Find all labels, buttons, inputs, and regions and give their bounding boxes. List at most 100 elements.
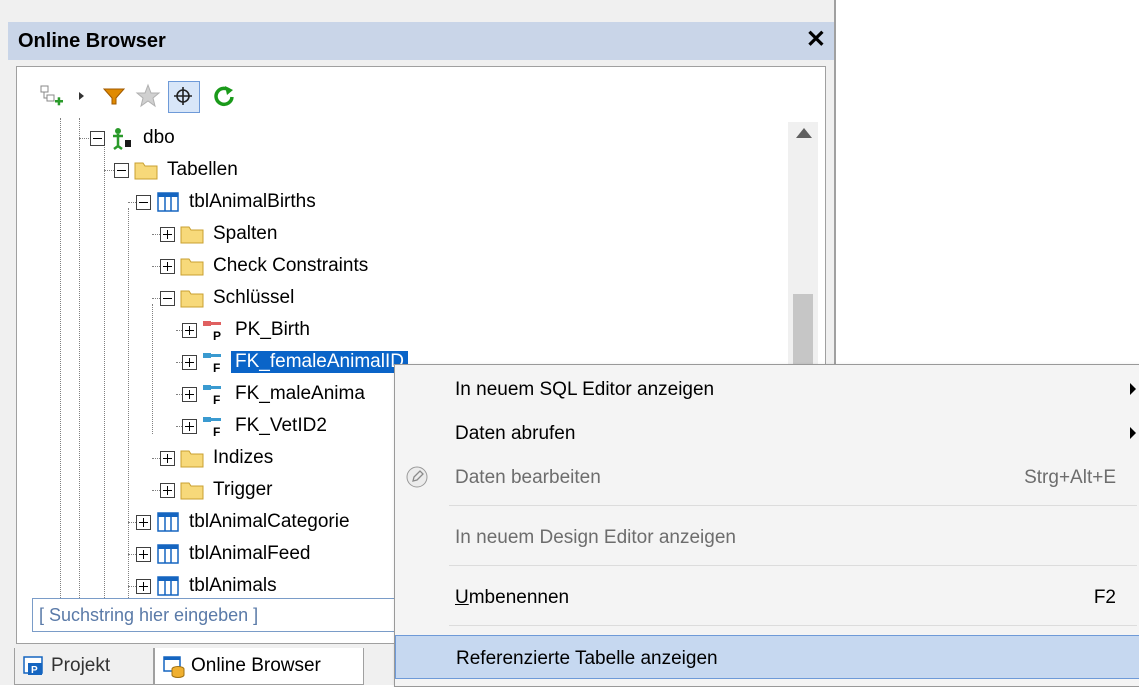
table-icon: [155, 510, 181, 534]
edit-pencil-icon: [405, 465, 429, 489]
tree-label: PK_Birth: [235, 319, 310, 340]
foreign-key-icon: F: [201, 350, 227, 375]
tree-node-fk-femaleanimalid[interactable]: F FK_femaleAnimalID: [182, 346, 408, 378]
add-objects-icon[interactable]: [38, 82, 66, 110]
expand-icon[interactable]: [160, 258, 175, 274]
expand-icon[interactable]: [182, 354, 197, 370]
tree-label: tblAnimalFeed: [189, 543, 311, 564]
submenu-arrow-icon: [1130, 383, 1136, 395]
tree-node-fk-maleanimalid[interactable]: F FK_maleAnima: [182, 378, 365, 410]
tree-node-fk-vetid2[interactable]: F FK_VetID2: [182, 410, 327, 442]
context-menu: In neuem SQL Editor anzeigen Daten abruf…: [394, 364, 1139, 687]
menu-separator: [449, 625, 1137, 626]
project-icon: P: [23, 656, 43, 676]
svg-text:F: F: [213, 361, 220, 374]
svg-text:P: P: [31, 665, 38, 676]
panel-title-bar: Online Browser ✕: [8, 22, 834, 60]
mnemonic-letter: U: [455, 587, 469, 608]
expand-icon[interactable]: [136, 578, 151, 594]
primary-key-icon: P: [201, 318, 227, 343]
tree-label: Indizes: [213, 447, 274, 468]
expand-icon[interactable]: [182, 418, 197, 434]
scroll-up-icon[interactable]: [796, 128, 812, 138]
tree-node-dbo[interactable]: dbo: [90, 122, 175, 154]
submenu-arrow-icon: [1130, 427, 1136, 439]
menu-separator: [449, 505, 1137, 506]
tree-node-tabellen[interactable]: Tabellen: [114, 154, 238, 186]
tree-label: Schlüssel: [213, 287, 295, 308]
menu-item-label: Daten abrufen: [455, 423, 576, 444]
menu-item-daten-abrufen[interactable]: Daten abrufen: [395, 411, 1139, 455]
menu-item-label: Referenzierte Tabelle anzeigen: [456, 648, 718, 669]
tab-projekt[interactable]: P Projekt: [14, 648, 154, 685]
tree-node-schluessel[interactable]: Schlüssel: [160, 282, 294, 314]
tree-node-spalten[interactable]: Spalten: [160, 218, 277, 250]
svg-text:P: P: [213, 329, 221, 342]
menu-item-sql-editor[interactable]: In neuem SQL Editor anzeigen: [395, 367, 1139, 411]
filter-icon[interactable]: [100, 82, 128, 110]
tree-node-tblanimals[interactable]: tblAnimals: [136, 570, 277, 598]
expand-icon[interactable]: [182, 386, 197, 402]
expand-icon[interactable]: [160, 450, 175, 466]
dropdown-arrow-icon[interactable]: [76, 82, 88, 110]
tab-label: Projekt: [51, 655, 111, 676]
table-icon: [155, 542, 181, 566]
panel-title: Online Browser: [18, 30, 166, 52]
tree-node-tblanimalbirths[interactable]: tblAnimalBirths: [136, 186, 316, 218]
collapse-icon[interactable]: [114, 162, 129, 178]
table-icon: [155, 574, 181, 598]
folder-icon: [133, 158, 159, 182]
foreign-key-icon: F: [201, 414, 227, 439]
menu-item-label: In neuem Design Editor anzeigen: [455, 527, 736, 548]
folder-icon: [179, 254, 205, 278]
menu-item-label: Umbenennen: [455, 587, 569, 609]
folder-icon: [179, 446, 205, 470]
tree-node-trigger[interactable]: Trigger: [160, 474, 272, 506]
tree-node-indizes[interactable]: Indizes: [160, 442, 273, 474]
collapse-icon[interactable]: [136, 194, 151, 210]
menu-item-label: Daten bearbeiten: [455, 467, 601, 488]
schema-icon: [109, 126, 135, 150]
menu-separator: [449, 565, 1137, 566]
search-placeholder: [ Suchstring hier eingeben ]: [39, 605, 259, 625]
favorites-star-icon[interactable]: [134, 82, 162, 110]
tree-node-tblanimalfeed[interactable]: tblAnimalFeed: [136, 538, 310, 570]
folder-icon: [179, 286, 205, 310]
refresh-icon[interactable]: [210, 82, 238, 110]
tree-label: FK_maleAnima: [235, 383, 365, 404]
tree-label: Tabellen: [167, 159, 238, 180]
tree-node-pk-birth[interactable]: P PK_Birth: [182, 314, 310, 346]
table-icon: [155, 190, 181, 214]
tree-label: tblAnimalBirths: [189, 191, 316, 212]
menu-item-label: In neuem SQL Editor anzeigen: [455, 379, 715, 400]
folder-icon: [179, 478, 205, 502]
expand-icon[interactable]: [160, 482, 175, 498]
menu-item-design-editor[interactable]: In neuem Design Editor anzeigen: [395, 515, 1139, 559]
tree-node-check-constraints[interactable]: Check Constraints: [160, 250, 368, 282]
tab-online-browser[interactable]: Online Browser: [154, 648, 364, 685]
menu-item-shortcut: F2: [1093, 587, 1116, 608]
tree-label: tblAnimalCategorie: [189, 511, 350, 532]
expand-icon[interactable]: [136, 546, 151, 562]
tree-label: Check Constraints: [213, 255, 369, 276]
expand-icon[interactable]: [182, 322, 197, 338]
tree-label: tblAnimals: [189, 575, 277, 596]
menu-item-referenzierte-tabelle[interactable]: Referenzierte Tabelle anzeigen: [395, 635, 1139, 679]
locate-icon[interactable]: [168, 81, 200, 113]
menu-item-daten-bearbeiten[interactable]: Daten bearbeiten Strg+Alt+E: [395, 455, 1139, 499]
close-icon[interactable]: ✕: [806, 27, 826, 53]
svg-text:F: F: [213, 393, 220, 406]
menu-item-shortcut: Strg+Alt+E: [1024, 467, 1116, 488]
tree-label: Trigger: [213, 479, 273, 500]
tree-node-tblanimalcategories[interactable]: tblAnimalCategorie: [136, 506, 350, 538]
browser-toolbar: [18, 78, 818, 116]
tree-label: Spalten: [213, 223, 278, 244]
online-browser-icon: [163, 656, 185, 678]
expand-icon[interactable]: [136, 514, 151, 530]
collapse-icon[interactable]: [160, 290, 175, 306]
collapse-icon[interactable]: [90, 130, 105, 146]
menu-item-umbenennen[interactable]: Umbenennen F2: [395, 575, 1139, 619]
expand-icon[interactable]: [160, 226, 175, 242]
foreign-key-icon: F: [201, 382, 227, 407]
tree-label: dbo: [143, 127, 175, 148]
